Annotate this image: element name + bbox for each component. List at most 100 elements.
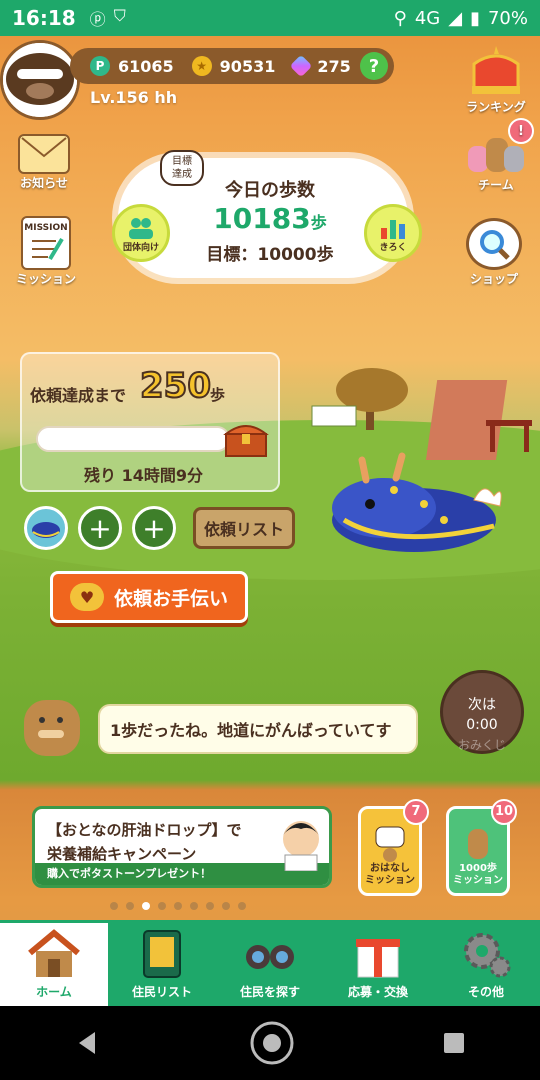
carousel-dot[interactable] <box>174 902 182 910</box>
man-illustration-icon <box>283 821 319 871</box>
player-level: Lv.156 hh <box>90 88 178 107</box>
record-label: きろく <box>379 243 407 253</box>
help-request-button[interactable]: ♥ 依頼お手伝い <box>50 571 248 623</box>
group-button[interactable]: 団体向け <box>112 204 170 262</box>
partner-slot-1[interactable] <box>24 506 68 550</box>
campaign-banner[interactable]: 【おとなの肝油ドロップ】で 栄養補給キャンペーン 購入でポタストーンプレゼント！ <box>32 806 332 888</box>
group-label: 団体向け <box>122 243 159 253</box>
battery-icon: ▮ <box>470 7 480 29</box>
team-alert-badge: ! <box>508 118 534 144</box>
banner-subtitle: 栄養補給キャンペーン <box>47 845 197 863</box>
banner-title: 【おとなの肝油ドロップ】で <box>47 821 242 839</box>
request-remaining-time: 残り 14時間9分 <box>84 466 203 485</box>
ranking-button[interactable]: ランキング <box>466 42 526 115</box>
gift-icon <box>356 939 400 978</box>
carousel-dot[interactable] <box>206 902 214 910</box>
nav-other[interactable]: その他 <box>432 920 540 1006</box>
next-time: 0:00 <box>466 717 498 733</box>
carousel-dot[interactable] <box>190 902 198 910</box>
nav-home[interactable]: ホーム <box>0 920 108 1006</box>
request-list-button[interactable]: 依頼リスト <box>193 507 295 549</box>
nav-apply-exchange[interactable]: 応募・交換 <box>324 920 432 1006</box>
shield-icon: ⛉ <box>113 6 126 25</box>
star-coin-icon: ★ <box>191 56 212 76</box>
carousel-dot[interactable] <box>126 902 134 910</box>
points-display: P 61065 <box>90 56 174 76</box>
today-steps-title: 今日の歩数 <box>225 180 315 201</box>
shop-label: ショップ <box>469 272 518 286</box>
carousel-dot[interactable] <box>158 902 166 910</box>
back-icon[interactable] <box>73 1028 103 1058</box>
parking-icon: ⓟ <box>89 10 106 29</box>
otter-character <box>24 700 80 756</box>
treasure-chest-icon <box>222 418 270 458</box>
today-steps-count: 10183歩 <box>0 202 540 235</box>
gems-display: 275 <box>290 54 351 78</box>
carousel-dot[interactable] <box>110 902 118 910</box>
request-label: 依頼達成まで <box>30 386 127 405</box>
partner-slot-2[interactable]: + <box>78 506 122 550</box>
steps-mission-count: 10 <box>491 799 517 825</box>
carousel-dot[interactable] <box>238 902 246 910</box>
currency-bar: P 61065 ★ 90531 275 ? <box>70 48 394 84</box>
help-button[interactable]: ? <box>360 52 388 80</box>
house-icon <box>28 929 80 977</box>
group-icon <box>129 218 153 239</box>
recents-icon[interactable] <box>441 1030 467 1056</box>
nav-other-label: その他 <box>467 985 504 999</box>
location-icon: ⚲ <box>393 7 407 29</box>
talk-mission-label: おはなし ミッション <box>365 863 415 886</box>
home-icon[interactable] <box>249 1020 295 1066</box>
crown-icon <box>466 42 526 98</box>
character-speech-bubble[interactable]: 1歩だったね。地道にがんばっていてす <box>98 704 418 754</box>
nav-home-label: ホーム <box>36 985 72 999</box>
talk-mission-card[interactable]: おはなし ミッション 7 <box>358 799 429 896</box>
home-screen: 16:18 ⓟ ⛉ ⚲ 4G ◢ ▮ 70% P 61065 ★ 90531 2… <box>0 0 540 1080</box>
points-value: 61065 <box>118 56 174 76</box>
carousel-dot[interactable] <box>142 902 150 910</box>
request-progress-bar <box>36 426 230 452</box>
binoculars-icon <box>246 945 294 969</box>
steps-number: 10183 <box>213 202 311 235</box>
status-time: 16:18 <box>12 6 76 30</box>
sea-slug-icon <box>32 522 60 538</box>
walking-otter-icon <box>468 829 488 859</box>
request-progress-fill <box>38 428 228 450</box>
gear-icon <box>464 933 511 978</box>
steps-mission-card[interactable]: 1000歩 ミッション 10 <box>446 799 517 896</box>
gems-value: 275 <box>317 56 351 76</box>
nav-apply-exchange-label: 応募・交換 <box>347 985 408 999</box>
nav-find-residents-label: 住民を探す <box>239 985 300 999</box>
speech-bubble-icon <box>375 826 405 862</box>
record-button[interactable]: きろく <box>364 204 422 262</box>
notebook-icon <box>143 930 181 978</box>
next-label: 次は <box>468 697 496 713</box>
avatar[interactable] <box>0 40 80 120</box>
speech-text: 1歩だったね。地道にがんばっていてす <box>110 721 392 740</box>
nav-find-residents[interactable]: 住民を探す <box>216 920 324 1006</box>
status-icons-left: ⓟ ⛉ <box>90 6 126 30</box>
status-bar: 16:18 ⓟ ⛉ ⚲ 4G ◢ ▮ 70% <box>0 0 540 36</box>
request-remaining-steps: 250 <box>139 365 212 407</box>
help-request-label: 依頼お手伝い <box>113 587 228 610</box>
bottom-navigation: ホーム 住民リスト 住民を探す 応募・交換 その他 <box>0 920 540 1006</box>
steps-mission-label: 1000歩 ミッション <box>453 863 503 886</box>
coins-value: 90531 <box>219 56 276 76</box>
steps-unit: 歩 <box>310 213 327 232</box>
request-steps-unit: 歩 <box>210 386 226 404</box>
nav-resident-list[interactable]: 住民リスト <box>108 920 216 1006</box>
nav-resident-list-label: 住民リスト <box>131 985 192 999</box>
carousel-dot[interactable] <box>222 902 230 910</box>
bar-chart-icon <box>381 220 405 239</box>
envelope-icon <box>18 134 70 174</box>
handshake-icon: ♥ <box>69 583 104 611</box>
team-icon: ! <box>466 118 534 176</box>
step-goal: 目標：10000歩 <box>206 245 334 265</box>
partner-slot-3[interactable]: + <box>132 506 176 550</box>
omikuji-timer-button[interactable]: 次は 0:00 おみくじ <box>440 670 524 754</box>
gem-icon <box>290 54 313 78</box>
points-icon: P <box>90 56 110 76</box>
house-icon <box>311 405 357 427</box>
ranking-label: ランキング <box>466 100 526 114</box>
battery-label: 70% <box>487 7 528 29</box>
